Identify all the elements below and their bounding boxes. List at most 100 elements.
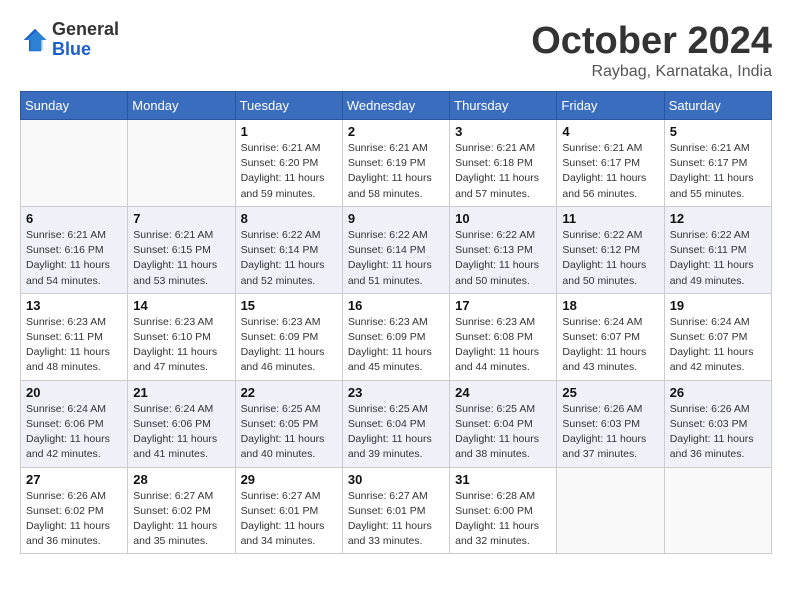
title-block: October 2024 Raybag, Karnataka, India: [531, 20, 772, 81]
day-info: Sunrise: 6:21 AM Sunset: 6:15 PM Dayligh…: [133, 228, 229, 289]
calendar-cell: 16Sunrise: 6:23 AM Sunset: 6:09 PM Dayli…: [342, 293, 449, 380]
day-number: 22: [241, 385, 337, 400]
day-number: 6: [26, 211, 122, 226]
day-info: Sunrise: 6:24 AM Sunset: 6:06 PM Dayligh…: [26, 402, 122, 463]
calendar-cell: 2Sunrise: 6:21 AM Sunset: 6:19 PM Daylig…: [342, 120, 449, 207]
day-number: 7: [133, 211, 229, 226]
day-info: Sunrise: 6:23 AM Sunset: 6:11 PM Dayligh…: [26, 315, 122, 376]
header-friday: Friday: [557, 92, 664, 120]
day-info: Sunrise: 6:25 AM Sunset: 6:04 PM Dayligh…: [348, 402, 444, 463]
day-number: 19: [670, 298, 766, 313]
calendar-cell: 4 Sunrise: 6:21 AM Sunset: 6:17 PM Daylig…: [557, 120, 664, 207]
day-number: 23: [348, 385, 444, 400]
calendar-cell: 22 Sunrise: 6:25 AM Sunset: 6:05 PM Dayli…: [235, 380, 342, 467]
calendar-week-3: 13 Sunrise: 6:23 AM Sunset: 6:11 PM Dayli…: [21, 293, 772, 380]
calendar-cell: 25 Sunrise: 6:26 AM Sunset: 6:03 PM Dayli…: [557, 380, 664, 467]
day-info: Sunrise: 6:21 AM Sunset: 6:16 PM Dayligh…: [26, 228, 122, 289]
header-thursday: Thursday: [450, 92, 557, 120]
day-number: 15: [241, 298, 337, 313]
day-info: Sunrise: 6:21 AM Sunset: 6:17 PM Dayligh…: [670, 141, 766, 202]
calendar-cell: [664, 467, 771, 554]
day-number: 30: [348, 472, 444, 487]
calendar-cell: [21, 120, 128, 207]
calendar-cell: [128, 120, 235, 207]
calendar-cell: 29 Sunrise: 6:27 AM Sunset: 6:01 PM Dayli…: [235, 467, 342, 554]
day-info: Sunrise: 6:21 AM Sunset: 6:20 PM Dayligh…: [241, 141, 337, 202]
day-number: 11: [562, 211, 658, 226]
day-number: 1: [241, 124, 337, 139]
logo: General Blue: [20, 20, 119, 60]
day-info: Sunrise: 6:26 AM Sunset: 6:03 PM Dayligh…: [562, 402, 658, 463]
calendar-table: SundayMondayTuesdayWednesdayThursdayFrid…: [20, 91, 772, 554]
day-info: Sunrise: 6:27 AM Sunset: 6:01 PM Dayligh…: [348, 489, 444, 550]
calendar-week-1: 1 Sunrise: 6:21 AM Sunset: 6:20 PM Daylig…: [21, 120, 772, 207]
day-number: 4: [562, 124, 658, 139]
day-info: Sunrise: 6:24 AM Sunset: 6:07 PM Dayligh…: [562, 315, 658, 376]
calendar-cell: 19 Sunrise: 6:24 AM Sunset: 6:07 PM Dayli…: [664, 293, 771, 380]
day-number: 14: [133, 298, 229, 313]
day-number: 9: [348, 211, 444, 226]
calendar-cell: 6 Sunrise: 6:21 AM Sunset: 6:16 PM Daylig…: [21, 206, 128, 293]
header-sunday: Sunday: [21, 92, 128, 120]
calendar-cell: 30 Sunrise: 6:27 AM Sunset: 6:01 PM Dayli…: [342, 467, 449, 554]
calendar-cell: 23 Sunrise: 6:25 AM Sunset: 6:04 PM Dayli…: [342, 380, 449, 467]
logo-general: General: [52, 20, 119, 40]
day-info: Sunrise: 6:21 AM Sunset: 6:18 PM Dayligh…: [455, 141, 551, 202]
calendar-cell: 8Sunrise: 6:22 AM Sunset: 6:14 PM Daylig…: [235, 206, 342, 293]
day-info: Sunrise: 6:22 AM Sunset: 6:12 PM Dayligh…: [562, 228, 658, 289]
calendar-cell: 26 Sunrise: 6:26 AM Sunset: 6:03 PM Dayli…: [664, 380, 771, 467]
day-number: 3: [455, 124, 551, 139]
day-info: Sunrise: 6:26 AM Sunset: 6:03 PM Dayligh…: [670, 402, 766, 463]
page-header: General Blue October 2024 Raybag, Karnat…: [20, 20, 772, 81]
day-info: Sunrise: 6:28 AM Sunset: 6:00 PM Dayligh…: [455, 489, 551, 550]
day-info: Sunrise: 6:25 AM Sunset: 6:05 PM Dayligh…: [241, 402, 337, 463]
calendar-week-2: 6 Sunrise: 6:21 AM Sunset: 6:16 PM Daylig…: [21, 206, 772, 293]
calendar-cell: 13 Sunrise: 6:23 AM Sunset: 6:11 PM Dayli…: [21, 293, 128, 380]
logo-blue: Blue: [52, 40, 119, 60]
logo-icon: [20, 25, 50, 55]
calendar-week-5: 27 Sunrise: 6:26 AM Sunset: 6:02 PM Dayli…: [21, 467, 772, 554]
day-number: 18: [562, 298, 658, 313]
day-info: Sunrise: 6:23 AM Sunset: 6:09 PM Dayligh…: [241, 315, 337, 376]
day-info: Sunrise: 6:22 AM Sunset: 6:11 PM Dayligh…: [670, 228, 766, 289]
day-number: 17: [455, 298, 551, 313]
calendar-cell: 31Sunrise: 6:28 AM Sunset: 6:00 PM Dayli…: [450, 467, 557, 554]
day-number: 29: [241, 472, 337, 487]
day-info: Sunrise: 6:23 AM Sunset: 6:10 PM Dayligh…: [133, 315, 229, 376]
calendar-cell: 17Sunrise: 6:23 AM Sunset: 6:08 PM Dayli…: [450, 293, 557, 380]
header-saturday: Saturday: [664, 92, 771, 120]
day-info: Sunrise: 6:21 AM Sunset: 6:17 PM Dayligh…: [562, 141, 658, 202]
day-number: 25: [562, 385, 658, 400]
calendar-cell: 24Sunrise: 6:25 AM Sunset: 6:04 PM Dayli…: [450, 380, 557, 467]
calendar-cell: [557, 467, 664, 554]
calendar-cell: 9 Sunrise: 6:22 AM Sunset: 6:14 PM Daylig…: [342, 206, 449, 293]
day-number: 16: [348, 298, 444, 313]
day-info: Sunrise: 6:22 AM Sunset: 6:14 PM Dayligh…: [348, 228, 444, 289]
day-number: 13: [26, 298, 122, 313]
calendar-cell: 20 Sunrise: 6:24 AM Sunset: 6:06 PM Dayli…: [21, 380, 128, 467]
day-number: 24: [455, 385, 551, 400]
calendar-cell: 5 Sunrise: 6:21 AM Sunset: 6:17 PM Daylig…: [664, 120, 771, 207]
day-number: 10: [455, 211, 551, 226]
header-monday: Monday: [128, 92, 235, 120]
day-info: Sunrise: 6:27 AM Sunset: 6:01 PM Dayligh…: [241, 489, 337, 550]
day-info: Sunrise: 6:22 AM Sunset: 6:14 PM Dayligh…: [241, 228, 337, 289]
day-info: Sunrise: 6:26 AM Sunset: 6:02 PM Dayligh…: [26, 489, 122, 550]
day-info: Sunrise: 6:21 AM Sunset: 6:19 PM Dayligh…: [348, 141, 444, 202]
day-number: 20: [26, 385, 122, 400]
calendar-cell: 18 Sunrise: 6:24 AM Sunset: 6:07 PM Dayli…: [557, 293, 664, 380]
calendar-cell: 21Sunrise: 6:24 AM Sunset: 6:06 PM Dayli…: [128, 380, 235, 467]
calendar-header-row: SundayMondayTuesdayWednesdayThursdayFrid…: [21, 92, 772, 120]
day-info: Sunrise: 6:22 AM Sunset: 6:13 PM Dayligh…: [455, 228, 551, 289]
calendar-cell: 3 Sunrise: 6:21 AM Sunset: 6:18 PM Daylig…: [450, 120, 557, 207]
header-wednesday: Wednesday: [342, 92, 449, 120]
day-number: 28: [133, 472, 229, 487]
calendar-cell: 1 Sunrise: 6:21 AM Sunset: 6:20 PM Daylig…: [235, 120, 342, 207]
day-number: 27: [26, 472, 122, 487]
day-number: 26: [670, 385, 766, 400]
day-number: 5: [670, 124, 766, 139]
logo-text: General Blue: [52, 20, 119, 60]
day-number: 12: [670, 211, 766, 226]
day-info: Sunrise: 6:24 AM Sunset: 6:07 PM Dayligh…: [670, 315, 766, 376]
calendar-cell: 11 Sunrise: 6:22 AM Sunset: 6:12 PM Dayli…: [557, 206, 664, 293]
